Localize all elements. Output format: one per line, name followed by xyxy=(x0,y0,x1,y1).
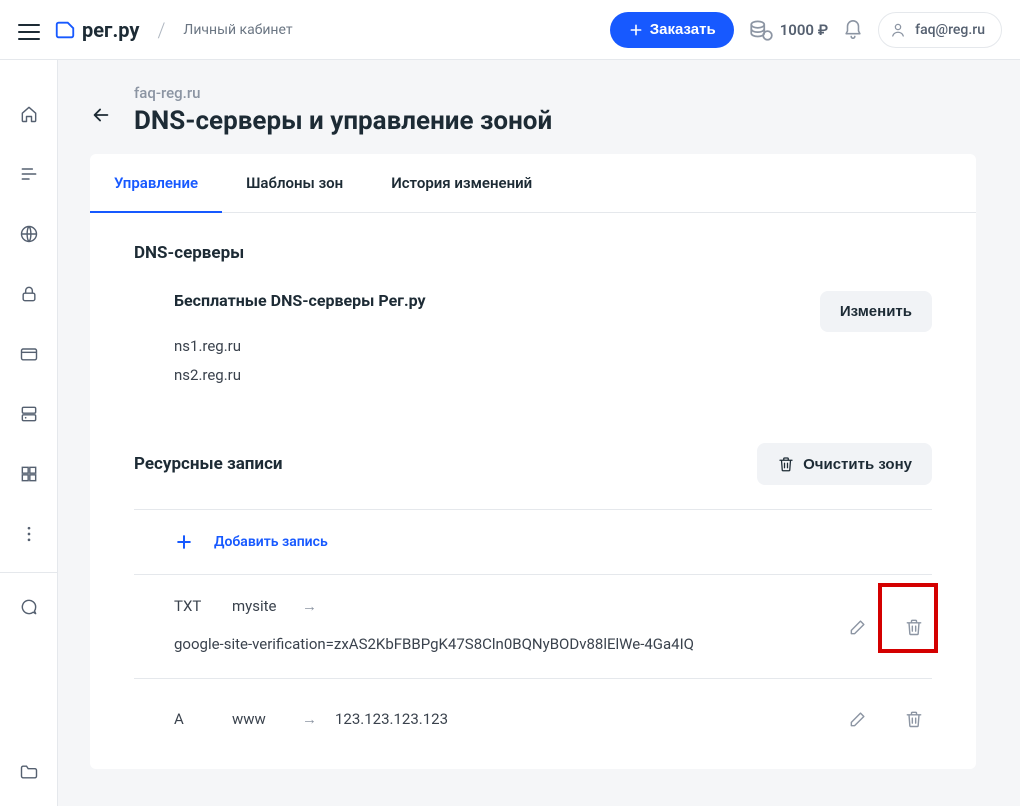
order-button[interactable]: Заказать xyxy=(610,12,734,48)
breadcrumb[interactable]: Личный кабинет xyxy=(183,22,292,38)
change-dns-button[interactable]: Изменить xyxy=(820,291,932,332)
trash-icon xyxy=(904,617,924,637)
user-menu[interactable]: faq@reg.ru xyxy=(878,12,1002,48)
logo-text: рег.ру xyxy=(82,18,139,42)
delete-record-button[interactable] xyxy=(896,701,932,737)
pencil-icon xyxy=(848,709,868,729)
plus-icon xyxy=(628,22,644,38)
plus-icon xyxy=(174,532,194,552)
nav-globe-icon[interactable] xyxy=(9,214,49,254)
domain-label: faq-reg.ru xyxy=(134,84,552,102)
record-type: TXT xyxy=(174,597,214,615)
tab-templates[interactable]: Шаблоны зон xyxy=(222,154,367,212)
order-label: Заказать xyxy=(650,21,716,38)
breadcrumb-sep: / xyxy=(157,18,165,42)
balance-amount: 1000 ₽ xyxy=(780,21,828,39)
edit-record-button[interactable] xyxy=(840,609,876,645)
record-row: TXT mysite → google-site-verification=zx… xyxy=(134,575,932,678)
clear-zone-button[interactable]: Очистить зону xyxy=(757,443,932,485)
menu-icon[interactable] xyxy=(18,19,40,41)
dns-section-title: DNS-серверы xyxy=(134,243,932,263)
back-arrow-icon[interactable] xyxy=(90,104,112,126)
nav-home-icon[interactable] xyxy=(9,94,49,134)
left-nav xyxy=(0,60,58,806)
nav-more-icon[interactable] xyxy=(9,514,49,554)
logo[interactable]: рег.ру xyxy=(54,18,139,42)
user-email: faq@reg.ru xyxy=(915,22,985,38)
nav-lock-icon[interactable] xyxy=(9,274,49,314)
record-name: www xyxy=(232,710,284,728)
delete-record-button[interactable] xyxy=(896,609,932,645)
nav-card-icon[interactable] xyxy=(9,334,49,374)
content: faq-reg.ru DNS-серверы и управление зоно… xyxy=(58,60,1020,806)
dns-subtitle: Бесплатные DNS-серверы Рег.ру xyxy=(174,291,426,310)
clear-zone-label: Очистить зону xyxy=(803,456,912,473)
records-section-title: Ресурсные записи xyxy=(134,454,283,474)
add-record-button[interactable]: Добавить запись xyxy=(134,510,932,574)
edit-record-button[interactable] xyxy=(840,701,876,737)
coins-icon xyxy=(748,17,774,43)
nav-server-icon[interactable] xyxy=(9,394,49,434)
main-card: Управление Шаблоны зон История изменений… xyxy=(90,154,976,769)
record-name: mysite xyxy=(232,597,284,615)
arrow-icon: → xyxy=(302,597,317,615)
nav-grid-icon[interactable] xyxy=(9,454,49,494)
user-icon xyxy=(889,21,907,39)
trash-icon xyxy=(904,709,924,729)
nav-folder-icon[interactable] xyxy=(9,752,49,792)
trash-icon xyxy=(777,455,795,473)
record-value: google-site-verification=zxAS2KbFBBPgK47… xyxy=(174,633,694,656)
balance[interactable]: 1000 ₽ xyxy=(748,17,828,43)
tabs: Управление Шаблоны зон История изменений xyxy=(90,154,976,213)
bell-icon[interactable] xyxy=(842,19,864,41)
arrow-icon: → xyxy=(302,710,317,728)
tab-history[interactable]: История изменений xyxy=(367,154,556,212)
dns-server-list: ns1.reg.ru ns2.reg.ru xyxy=(174,332,426,389)
dns-server-item: ns2.reg.ru xyxy=(174,361,426,390)
topbar: рег.ру / Личный кабинет Заказать 1000 ₽ … xyxy=(0,0,1020,60)
nav-list-icon[interactable] xyxy=(9,154,49,194)
tab-manage[interactable]: Управление xyxy=(90,154,222,212)
record-value: 123.123.123.123 xyxy=(335,708,448,731)
record-type: A xyxy=(174,710,214,728)
dns-server-item: ns1.reg.ru xyxy=(174,332,426,361)
nav-chat-icon[interactable] xyxy=(9,587,49,627)
page-title: DNS-серверы и управление зоной xyxy=(134,106,552,136)
add-record-label: Добавить запись xyxy=(214,534,328,550)
pencil-icon xyxy=(848,617,868,637)
record-row: A www → 123.123.123.123 xyxy=(134,679,932,759)
